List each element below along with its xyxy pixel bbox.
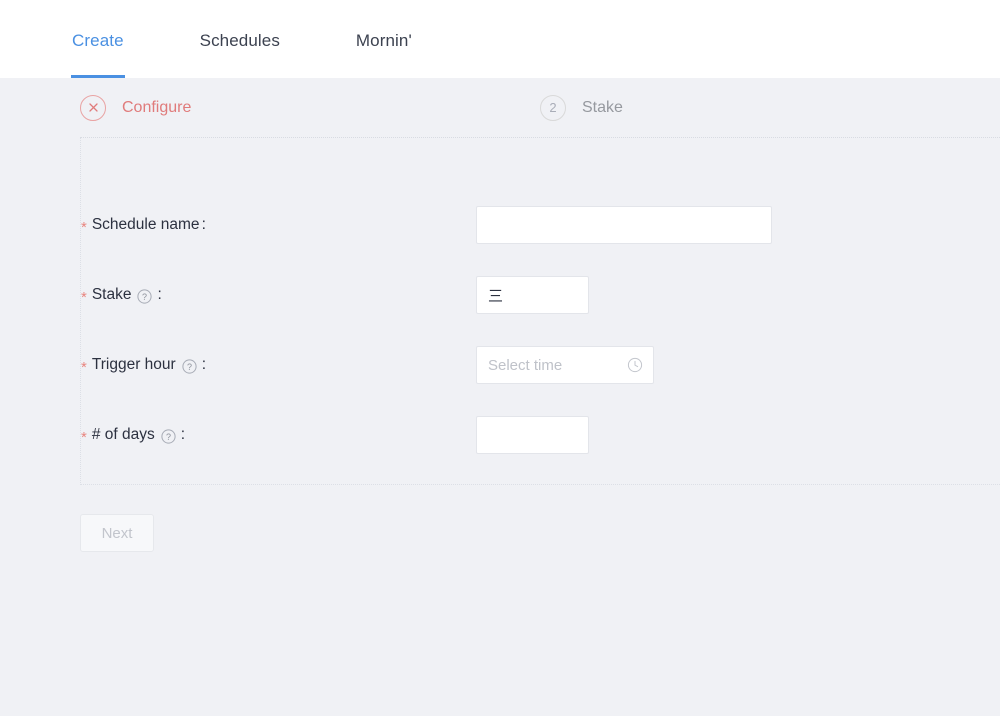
step-configure[interactable]: Configure bbox=[80, 94, 540, 121]
field-row-trigger-hour: * Trigger hour ? : Select time bbox=[81, 344, 1000, 386]
field-row-num-days: * # of days ? : bbox=[81, 414, 1000, 456]
label-colon: : bbox=[180, 426, 186, 443]
label-schedule-name: * Schedule name : bbox=[81, 216, 476, 236]
label-colon: : bbox=[201, 216, 206, 233]
nav-tab-list: Create Schedules Mornin' bbox=[71, 0, 412, 78]
clock-icon[interactable] bbox=[627, 357, 643, 373]
field-num-days bbox=[476, 416, 589, 454]
step-stake-index: 2 bbox=[549, 100, 557, 115]
top-nav-bar: Create Schedules Mornin' bbox=[0, 0, 1000, 78]
field-trigger-hour: Select time bbox=[476, 346, 654, 384]
required-asterisk: * bbox=[81, 218, 87, 236]
page-body: Configure 2 Stake * Schedule name : * St… bbox=[0, 78, 1000, 716]
schedule-name-input[interactable] bbox=[476, 206, 772, 244]
step-stake[interactable]: 2 Stake bbox=[540, 94, 1000, 121]
trigger-hour-timepicker[interactable]: Select time bbox=[476, 346, 654, 384]
configure-form: * Schedule name : * Stake ?: 三 * Trigge… bbox=[80, 138, 1000, 485]
field-schedule-name bbox=[476, 206, 772, 244]
svg-text:?: ? bbox=[142, 292, 147, 302]
tab-schedules[interactable]: Schedules bbox=[200, 0, 280, 78]
label-schedule-name-text: Schedule name bbox=[91, 216, 200, 233]
label-trigger-hour: * Trigger hour ? : bbox=[81, 356, 476, 376]
required-asterisk: * bbox=[81, 358, 87, 376]
question-circle-icon[interactable]: ? bbox=[161, 428, 176, 444]
tab-mornin[interactable]: Mornin' bbox=[356, 0, 412, 78]
step-stake-number-circle: 2 bbox=[540, 94, 566, 121]
field-row-schedule-name: * Schedule name : bbox=[81, 204, 1000, 246]
required-asterisk: * bbox=[81, 428, 87, 446]
label-colon: : bbox=[201, 356, 207, 373]
label-num-days: * # of days ? : bbox=[81, 426, 476, 446]
wizard-steps: Configure 2 Stake bbox=[80, 78, 1000, 138]
close-icon bbox=[87, 101, 100, 114]
next-button[interactable]: Next bbox=[80, 514, 154, 552]
label-num-days-text: # of days bbox=[91, 426, 155, 443]
field-row-stake: * Stake ? : 三 bbox=[81, 274, 1000, 316]
step-stake-label: Stake bbox=[582, 98, 623, 116]
tab-mornin-label: Mornin' bbox=[355, 31, 412, 50]
num-days-input[interactable] bbox=[476, 416, 589, 454]
form-actions: Next bbox=[80, 485, 1000, 552]
step-configure-status-circle bbox=[80, 94, 106, 121]
stake-input[interactable]: 三 bbox=[476, 276, 589, 314]
question-circle-icon[interactable]: ? bbox=[182, 358, 197, 374]
step-configure-label: Configure bbox=[122, 98, 192, 116]
label-colon: : bbox=[157, 286, 162, 303]
tab-schedules-label: Schedules bbox=[199, 31, 280, 50]
label-trigger-hour-text: Trigger hour bbox=[91, 356, 176, 373]
trigger-hour-placeholder: Select time bbox=[488, 356, 563, 374]
stake-input-value: 三 bbox=[488, 286, 504, 305]
label-stake: * Stake ? : bbox=[81, 286, 476, 306]
field-stake: 三 bbox=[476, 276, 589, 314]
label-stake-text: Stake bbox=[91, 286, 132, 303]
svg-text:?: ? bbox=[187, 362, 192, 372]
tab-create-label: Create bbox=[72, 31, 124, 50]
question-circle-icon[interactable]: ? bbox=[137, 288, 153, 304]
svg-text:?: ? bbox=[166, 432, 171, 442]
tab-create[interactable]: Create bbox=[71, 0, 125, 78]
required-asterisk: * bbox=[81, 288, 87, 306]
